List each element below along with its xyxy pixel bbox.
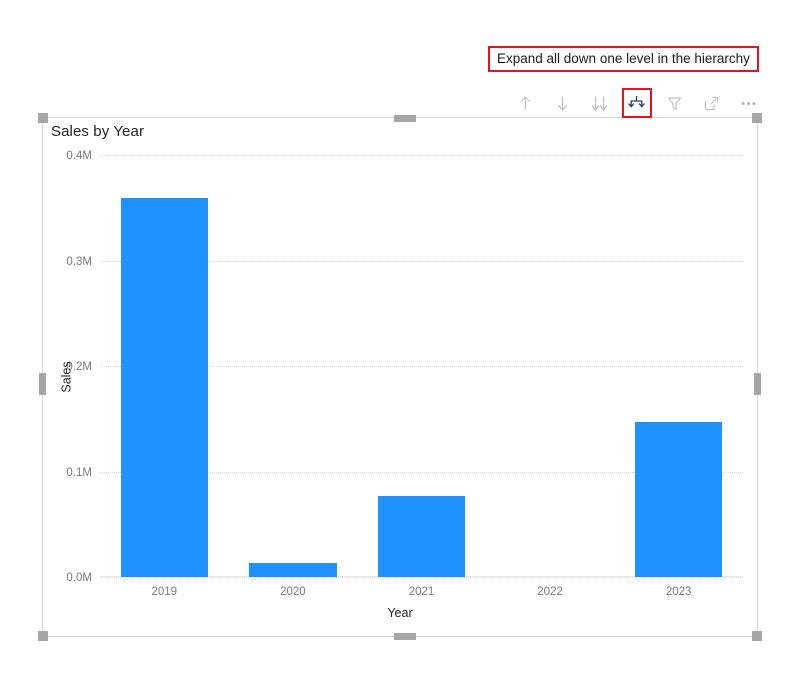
bar-slot[interactable]: 2020	[229, 155, 358, 598]
resize-handle-bottom-center[interactable]	[394, 633, 416, 640]
plot-area: 0.4M 0.3M 0.2M 0.1M 0.0M 2019 2020 2021 …	[66, 150, 743, 598]
expand-all-down-icon[interactable]	[621, 88, 652, 118]
bar[interactable]	[377, 495, 466, 577]
more-options-icon[interactable]	[736, 90, 762, 116]
resize-handle-top-left[interactable]	[38, 113, 48, 123]
y-axis-tick-label: 0.3M	[66, 255, 92, 268]
bar-slot[interactable]: 2019	[100, 155, 229, 598]
go-to-next-level-icon[interactable]	[587, 90, 613, 116]
y-axis-tick-label: 0.1M	[66, 466, 92, 479]
resize-handle-bottom-left[interactable]	[38, 631, 48, 641]
gridline: 0.0M	[66, 572, 743, 584]
y-axis-title: Sales	[59, 361, 74, 393]
toolbar-tooltip: Expand all down one level in the hierarc…	[488, 46, 759, 72]
y-axis-tick-label: 0.0M	[66, 572, 92, 584]
drill-down-icon[interactable]	[549, 90, 575, 116]
chart-title: Sales by Year	[51, 123, 145, 140]
bar-chart-visual[interactable]: Sales by Year 0.4M 0.3M 0.2M 0.1M 0.0M 2…	[42, 117, 758, 637]
bar-slot[interactable]: 2023	[614, 155, 743, 598]
y-axis-tick-label: 0.4M	[66, 150, 92, 162]
tooltip-text: Expand all down one level in the hierarc…	[497, 51, 750, 67]
bar-slot[interactable]: 2022	[486, 155, 615, 598]
x-axis-tick-label: 2022	[537, 586, 563, 598]
x-axis-tick-label: 2020	[280, 586, 306, 598]
drill-up-icon[interactable]	[512, 90, 538, 116]
x-axis-tick-label: 2021	[408, 586, 435, 598]
resize-handle-middle-right[interactable]	[754, 373, 761, 395]
resize-handle-top-center[interactable]	[394, 115, 416, 122]
bar[interactable]	[634, 421, 723, 577]
filter-icon[interactable]	[661, 90, 687, 116]
resize-handle-bottom-right[interactable]	[752, 631, 762, 641]
x-axis-title: Year	[387, 606, 413, 620]
x-axis-tick-label: 2019	[151, 586, 178, 598]
resize-handle-middle-left[interactable]	[39, 373, 46, 395]
bar-slot[interactable]: 2021	[357, 155, 486, 598]
visual-header-toolbar	[506, 88, 768, 118]
x-axis-tick-label: 2023	[665, 586, 692, 598]
bar[interactable]	[120, 198, 209, 577]
bar[interactable]	[249, 563, 337, 577]
focus-mode-icon[interactable]	[699, 90, 725, 116]
bar-series: 2019 2020 2021 2022 2023	[100, 155, 743, 598]
